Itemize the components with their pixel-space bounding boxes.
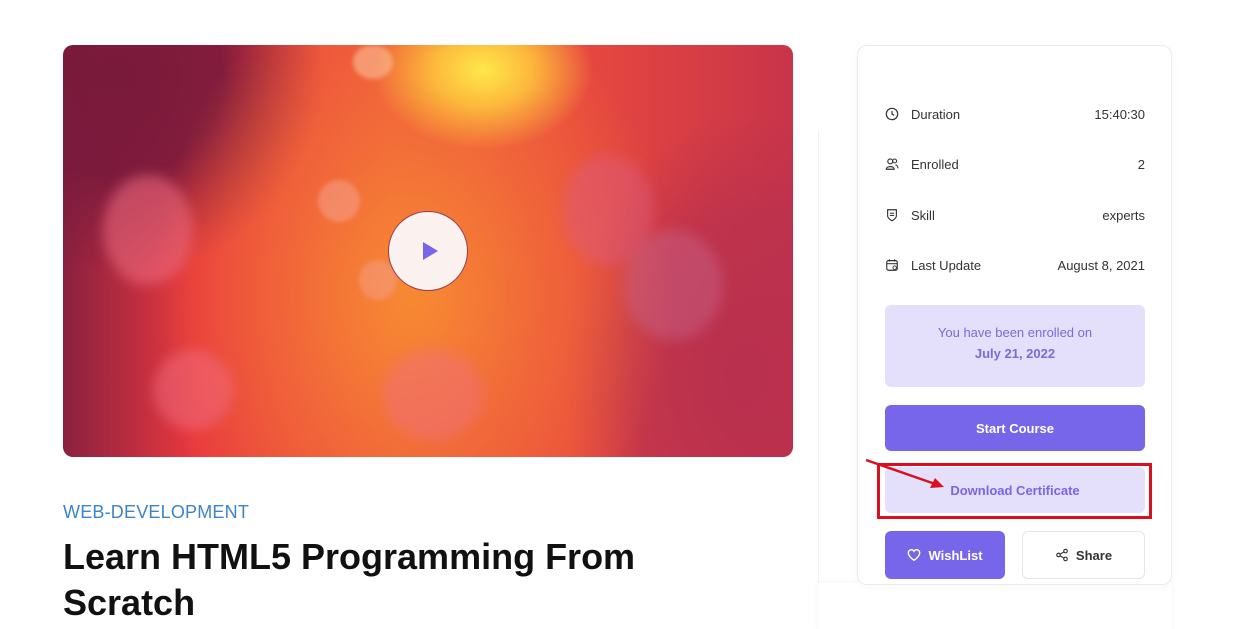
- meta-label: Duration: [911, 106, 961, 122]
- meta-duration: Duration 15:40:30: [885, 104, 1145, 124]
- enrollment-notice: You have been enrolled on July 21, 2022: [885, 305, 1145, 387]
- meta-label: Skill: [911, 207, 935, 223]
- start-course-button[interactable]: Start Course: [885, 405, 1145, 451]
- share-icon: [1056, 548, 1068, 562]
- video-thumbnail-bokeh: [383, 350, 483, 440]
- shield-icon: [885, 208, 899, 222]
- meta-skill: Skill experts: [885, 205, 1145, 225]
- video-thumbnail-bokeh: [318, 180, 360, 222]
- heart-icon: [908, 549, 921, 562]
- video-thumbnail-bokeh: [153, 350, 233, 430]
- start-course-label: Start Course: [975, 420, 1055, 436]
- meta-label: Last Update: [911, 257, 982, 273]
- enrollment-date: July 21, 2022: [974, 346, 1056, 361]
- play-icon: [423, 242, 438, 260]
- meta-enrolled: Enrolled 2: [885, 154, 1145, 174]
- course-sidebar: Duration 15:40:30 Enrolled 2 Skill exper…: [857, 45, 1172, 585]
- download-certificate-label: Download Certificate: [950, 482, 1080, 498]
- users-icon: [885, 157, 899, 171]
- course-category[interactable]: WEB-DEVELOPMENT: [63, 502, 249, 523]
- clock-icon: [885, 107, 899, 121]
- share-label: Share: [1075, 547, 1113, 563]
- wishlist-label: WishList: [928, 547, 983, 563]
- share-button[interactable]: Share: [1022, 531, 1145, 579]
- background-panel-lower: [818, 583, 1172, 629]
- play-button[interactable]: [388, 211, 468, 291]
- video-thumbnail-bokeh: [623, 230, 723, 340]
- meta-value: 2: [1137, 156, 1145, 172]
- meta-last-update: Last Update August 8, 2021: [885, 255, 1145, 275]
- video-thumbnail-bokeh: [353, 45, 393, 79]
- course-video-player[interactable]: [63, 45, 793, 457]
- meta-value: August 8, 2021: [1057, 257, 1145, 273]
- enrollment-notice-text: You have been enrolled on: [937, 325, 1093, 340]
- download-certificate-button[interactable]: Download Certificate: [885, 467, 1145, 513]
- calendar-icon: [885, 258, 899, 272]
- course-title: Learn HTML5 Programming From Scratch: [63, 536, 636, 623]
- video-thumbnail-bokeh: [103, 175, 193, 285]
- meta-value: 15:40:30: [1094, 106, 1145, 122]
- meta-label: Enrolled: [911, 156, 959, 172]
- wishlist-button[interactable]: WishList: [885, 531, 1005, 579]
- meta-value: experts: [1102, 207, 1145, 223]
